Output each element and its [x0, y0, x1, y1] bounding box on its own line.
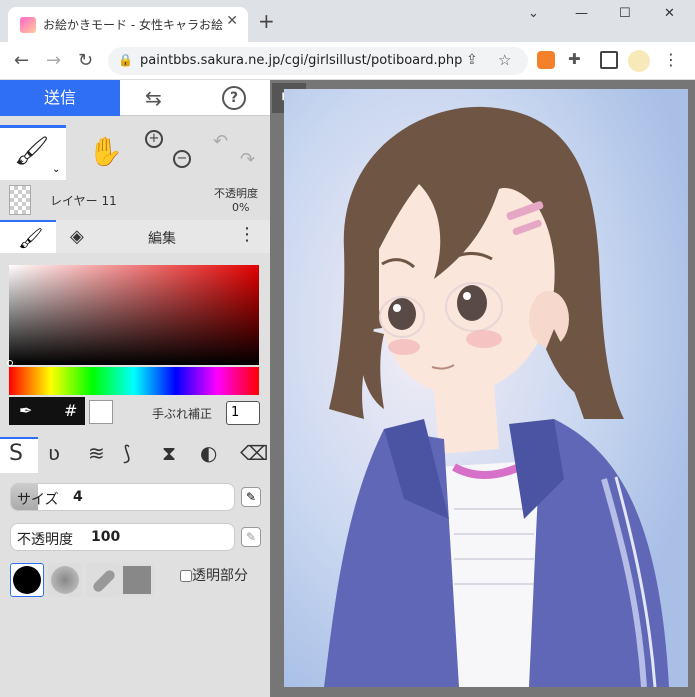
current-color-swatch[interactable]	[89, 400, 113, 424]
color-controls: ✒ #	[9, 397, 85, 425]
new-tab-button[interactable]: +	[258, 9, 275, 33]
eraser-icon[interactable]: ⌫	[240, 441, 268, 465]
undo-icon[interactable]: ↶	[213, 131, 228, 152]
brush-icon: 🖌	[18, 226, 44, 250]
tip-round-hard[interactable]	[10, 563, 44, 597]
minimize-button[interactable]: —	[575, 6, 588, 21]
forward-button[interactable]: →	[46, 50, 61, 71]
tool-row: 🖌 ⌄ ✋ + − ↶ ↷	[0, 125, 270, 180]
brush-tips	[10, 563, 154, 599]
layer-row[interactable]: レイヤー 11 不透明度 0%	[0, 180, 270, 220]
transparent-checkbox[interactable]: 透明部分	[180, 565, 248, 585]
layer-name: レイヤー 11	[50, 194, 117, 208]
brush-type-row: S ʋ ≋ ⟆ ⧗ ◐ ⌫	[0, 437, 270, 473]
pen-brush-icon: S	[9, 441, 23, 466]
lock-icon[interactable]: 🔒	[118, 53, 133, 67]
favicon	[20, 17, 36, 33]
extensions-puzzle-icon[interactable]: ✚	[568, 50, 586, 68]
transparent-label: 透明部分	[192, 568, 248, 584]
eyedropper-icon[interactable]: ✒	[19, 401, 32, 420]
stabilizer-select[interactable]: 1	[226, 401, 260, 425]
brush-icon: 🖌	[14, 134, 50, 167]
browser-tabstrip: お絵かきモード - 女性キャラお絵かき掲示板 ✕ + ⌄ — ☐ ✕	[0, 0, 695, 42]
more-options-icon[interactable]: ⋮	[238, 224, 256, 245]
layer-opacity-label: 不透明度	[214, 187, 258, 200]
tab-search-icon[interactable]: ⌄	[528, 6, 539, 21]
zoom-out-icon[interactable]: −	[173, 150, 191, 168]
tool-panel: 送信 ⇆ ? 🖌 ⌄ ✋ + − ↶ ↷ レイヤー 11 不透明度 0% 🖌 ◈…	[0, 80, 270, 697]
size-value: 4	[73, 489, 83, 505]
stabilizer-label: 手ぶれ補正	[152, 407, 213, 421]
layer-opacity-value: 0%	[232, 201, 250, 214]
pen-brush-button[interactable]: S	[0, 437, 38, 473]
hue-slider[interactable]	[9, 367, 259, 395]
maximize-button[interactable]: ☐	[619, 6, 631, 21]
tip-square[interactable]	[120, 563, 154, 597]
blur-brush-icon[interactable]: ʋ	[48, 441, 60, 465]
tab-brush[interactable]: 🖌	[0, 220, 56, 253]
tab-layers-icon[interactable]: ◈	[70, 226, 84, 247]
browser-toolbar: ← → ↻ 🔒 paintbbs.sakura.ne.jp/cgi/girlsi…	[0, 42, 695, 80]
side-panel-icon[interactable]	[600, 51, 618, 69]
bookmark-star-icon[interactable]: ☆	[498, 51, 511, 69]
back-button[interactable]: ←	[14, 50, 29, 71]
paint-app: 送信 ⇆ ? 🖌 ⌄ ✋ + − ↶ ↷ レイヤー 11 不透明度 0% 🖌 ◈…	[0, 80, 695, 697]
transparent-checkbox-input[interactable]	[180, 570, 192, 582]
top-bar: 送信 ⇆ ?	[0, 80, 270, 116]
chevron-down-icon: ⌄	[52, 164, 61, 175]
opacity-slider-value: 100	[91, 529, 121, 545]
address-bar[interactable]: 🔒 paintbbs.sakura.ne.jp/cgi/girlsillust/…	[108, 47, 528, 75]
help-icon[interactable]: ?	[222, 86, 246, 110]
fill-triangle-icon[interactable]: ⧗	[162, 441, 176, 465]
canvas-artwork	[284, 89, 688, 687]
tab-title: お絵かきモード - 女性キャラお絵かき掲示板	[43, 18, 223, 32]
tip-chisel[interactable]	[86, 563, 120, 597]
size-pressure-toggle[interactable]: ✎	[241, 487, 261, 507]
panel-tabs: 🖌 ◈ 編集 ⋮	[0, 220, 270, 253]
url-text[interactable]: paintbbs.sakura.ne.jp/cgi/girlsillust/po…	[140, 53, 462, 68]
size-slider[interactable]: サイズ 4	[10, 483, 235, 511]
browser-menu-icon[interactable]: ⋮	[663, 50, 679, 69]
layer-thumbnail[interactable]	[9, 185, 31, 215]
tip-round-soft[interactable]	[48, 563, 82, 597]
watercolor-brush-icon[interactable]: ≋	[88, 441, 105, 465]
swap-panel-icon[interactable]: ⇆	[145, 86, 162, 110]
extension-icon[interactable]	[537, 51, 555, 69]
opacity-slider-label: 不透明度	[17, 532, 73, 548]
hand-tool-icon[interactable]: ✋	[88, 135, 123, 168]
color-picker-area[interactable]	[9, 265, 259, 365]
lasso-icon[interactable]: ⟆	[123, 441, 131, 465]
tab-edit[interactable]: 編集	[148, 228, 176, 248]
brush-tool-button[interactable]: 🖌 ⌄	[0, 125, 66, 180]
reload-button[interactable]: ↻	[78, 50, 93, 71]
browser-tab[interactable]: お絵かきモード - 女性キャラお絵かき掲示板 ✕	[8, 7, 248, 42]
close-window-button[interactable]: ✕	[664, 6, 675, 21]
profile-avatar[interactable]	[628, 50, 650, 72]
size-label: サイズ	[17, 492, 59, 508]
smudge-icon[interactable]: ◐	[200, 441, 217, 465]
hex-input-button[interactable]: #	[64, 401, 77, 420]
opacity-slider[interactable]: 不透明度 100	[10, 523, 235, 551]
drawing-canvas[interactable]	[284, 89, 688, 687]
opacity-pressure-toggle[interactable]: ✎	[241, 527, 261, 547]
send-button[interactable]: 送信	[0, 80, 120, 116]
close-tab-icon[interactable]: ✕	[226, 13, 238, 29]
share-icon[interactable]: ⇪	[466, 52, 478, 68]
color-picker-cursor[interactable]	[7, 360, 13, 366]
redo-icon[interactable]: ↷	[240, 149, 255, 170]
zoom-in-icon[interactable]: +	[145, 130, 163, 148]
